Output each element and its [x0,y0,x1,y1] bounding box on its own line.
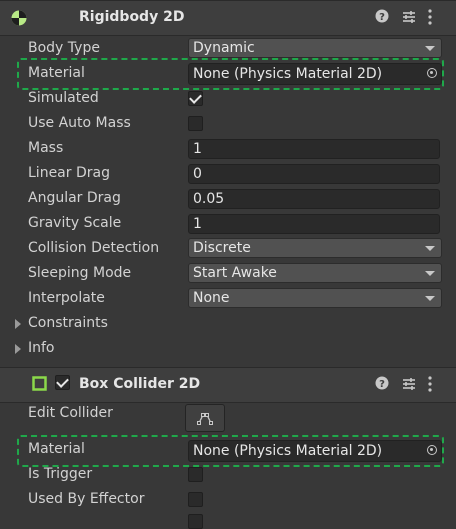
chevron-down-icon [425,296,435,301]
component-enabled-toggle[interactable] [38,10,53,25]
gravity-scale-label: Gravity Scale [28,215,122,231]
rigidbody-icon [11,10,27,26]
gravity-scale-input[interactable]: 1 [188,214,440,234]
kebab-menu-icon[interactable] [427,9,433,29]
chevron-right-icon[interactable] [15,319,21,329]
is-trigger-label: Is Trigger [28,466,93,482]
material-object-field[interactable]: None (Physics Material 2D) [188,63,442,85]
material-value: None (Physics Material 2D) [193,443,383,459]
kebab-menu-icon[interactable] [427,376,433,396]
edit-collider-icon [197,411,213,430]
object-picker-icon[interactable] [427,445,437,455]
object-picker-icon[interactable] [427,68,437,78]
checkmark-icon [189,91,202,104]
angular-drag-label: Angular Drag [28,190,121,206]
body-type-value: Dynamic [193,40,255,56]
svg-text:?: ? [379,379,385,390]
is-trigger-checkbox[interactable] [188,467,203,482]
help-icon[interactable]: ? [375,376,389,394]
simulated-label: Simulated [28,90,99,106]
chevron-down-icon [425,46,435,51]
material-object-field[interactable]: None (Physics Material 2D) [188,440,442,462]
use-auto-mass-label: Use Auto Mass [28,115,131,131]
rigidbody2d-header[interactable]: Rigidbody 2D ? [0,0,456,36]
collision-detection-dropdown[interactable]: Discrete [188,238,442,258]
collision-detection-label: Collision Detection [28,240,160,256]
sleeping-mode-dropdown[interactable]: Start Awake [188,263,442,283]
use-auto-mass-checkbox[interactable] [188,116,203,131]
collision-detection-value: Discrete [193,240,251,256]
constraints-foldout[interactable]: Constraints [28,315,108,331]
component-title: Box Collider 2D [79,376,201,392]
mass-label: Mass [28,140,64,156]
simulated-checkbox[interactable] [188,91,203,106]
interpolate-dropdown[interactable]: None [188,288,442,308]
body-type-label: Body Type [28,40,100,56]
used-by-effector-label: Used By Effector [28,491,145,507]
help-icon[interactable]: ? [375,9,389,27]
svg-text:?: ? [379,12,385,23]
box-collider-icon [32,376,47,391]
presets-icon[interactable] [402,10,416,28]
sleeping-mode-value: Start Awake [193,265,277,281]
interpolate-label: Interpolate [28,290,105,306]
chevron-down-icon [425,246,435,251]
sleeping-mode-label: Sleeping Mode [28,265,132,281]
used-by-effector-checkbox[interactable] [188,492,203,507]
edit-collider-label: Edit Collider [28,405,113,421]
body-type-dropdown[interactable]: Dynamic [188,38,442,58]
box-collider2d-header[interactable]: Box Collider 2D ? [0,367,456,403]
presets-icon[interactable] [402,377,416,395]
component-enabled-checkbox[interactable] [55,375,70,390]
linear-drag-input[interactable]: 0 [188,164,440,184]
edit-collider-button[interactable] [185,404,225,432]
linear-drag-label: Linear Drag [28,165,110,181]
mass-input[interactable]: 1 [188,139,440,159]
info-foldout[interactable]: Info [28,340,55,356]
material-label: Material [28,65,85,81]
checkmark-icon [56,375,69,388]
angular-drag-input[interactable]: 0.05 [188,189,440,209]
material-value: None (Physics Material 2D) [193,66,383,82]
next-row-checkbox[interactable] [188,514,203,529]
chevron-down-icon [425,271,435,276]
component-title: Rigidbody 2D [79,9,185,25]
material-label: Material [28,441,85,457]
interpolate-value: None [193,290,230,306]
chevron-right-icon[interactable] [15,344,21,354]
